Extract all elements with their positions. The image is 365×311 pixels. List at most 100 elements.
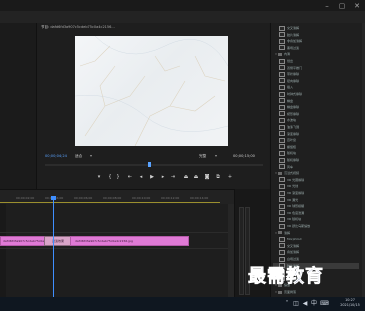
effect-item[interactable]: 黑场过渡 bbox=[273, 45, 359, 51]
quality-dropdown-chevron-icon[interactable]: ▾ bbox=[215, 153, 217, 158]
step-forward-icon[interactable]: ▸ bbox=[159, 174, 167, 180]
taskbar-clock[interactable]: 10:27 2021/10/15 bbox=[338, 298, 362, 308]
left-panel bbox=[0, 23, 37, 189]
effect-item[interactable]: 胶片溶解 bbox=[273, 32, 359, 38]
effect-item[interactable]: 非叠加溶解 bbox=[273, 38, 359, 44]
effect-label: 插入 bbox=[287, 85, 294, 90]
timeline-playhead[interactable] bbox=[53, 197, 54, 297]
fit-dropdown[interactable]: 适合 bbox=[75, 154, 82, 159]
folder-icon bbox=[278, 52, 282, 56]
effect-item[interactable]: VR 默比乌斯缩放 bbox=[273, 223, 359, 229]
transition-icon bbox=[279, 78, 285, 84]
close-button[interactable]: ✕ bbox=[350, 0, 364, 11]
effect-item[interactable]: 油漆飞溅 bbox=[273, 124, 359, 130]
folder-icon bbox=[278, 290, 282, 294]
effect-label: 黑场过渡 bbox=[287, 45, 300, 50]
effect-item[interactable]: 水波块 bbox=[273, 117, 359, 123]
transition-icon bbox=[279, 84, 285, 90]
effect-item[interactable]: 楔形擦除 bbox=[273, 111, 359, 117]
effect-item[interactable]: 随机块 bbox=[273, 150, 359, 156]
volume-icon[interactable]: ◀ bbox=[302, 301, 308, 307]
effect-label: VR 渐变擦除 bbox=[287, 191, 305, 195]
effect-item[interactable]: 螺旋框 bbox=[273, 144, 359, 150]
ruler-tick-label: 00;00;12;00 bbox=[161, 196, 180, 200]
effect-item[interactable]: VR 漏光 bbox=[273, 197, 359, 203]
transition-icon bbox=[279, 249, 285, 255]
effect-item[interactable]: VR 球形模糊 bbox=[273, 203, 359, 209]
clip-video-2[interactable]: dafd6fd3a907c5cdeb75c0a4c2156.jpg bbox=[70, 236, 189, 246]
chevron-up-icon[interactable]: ˄ bbox=[284, 301, 290, 307]
effect-item[interactable]: 百叶窗 bbox=[273, 137, 359, 143]
effect-item[interactable]: 径向擦除 bbox=[273, 78, 359, 84]
transition-icon bbox=[279, 137, 285, 143]
effect-item[interactable]: 划出 bbox=[273, 58, 359, 64]
program-tab-label[interactable]: 节目: bbox=[41, 25, 49, 29]
effect-item[interactable]: VR 渐变擦除 bbox=[273, 190, 359, 196]
effect-label: VR 默比乌斯缩放 bbox=[287, 224, 311, 228]
effect-item[interactable]: 风车 bbox=[273, 164, 359, 170]
step-back-icon[interactable]: ◂ bbox=[137, 174, 145, 180]
effect-item[interactable]: 交叉溶解 bbox=[273, 25, 359, 31]
effect-folder[interactable]: ▾ 沉浸式视频 bbox=[273, 170, 359, 176]
transition-icon bbox=[279, 210, 285, 216]
effect-folder[interactable]: ▾ 页面剥落 bbox=[273, 289, 359, 295]
effect-item[interactable]: VR 光线 bbox=[273, 183, 359, 189]
effect-item[interactable]: 棋盘擦除 bbox=[273, 104, 359, 110]
scrub-playhead[interactable] bbox=[148, 162, 151, 167]
timeline-playhead-head[interactable] bbox=[51, 196, 56, 200]
add-button-icon[interactable]: + bbox=[226, 174, 234, 180]
effect-label: 内滑 bbox=[284, 52, 291, 57]
duration-timecode: 00;00;15;00 bbox=[233, 154, 255, 158]
play-icon[interactable]: ▶ bbox=[148, 174, 156, 180]
transition-icon bbox=[279, 111, 285, 117]
fit-dropdown-chevron-icon[interactable]: ▾ bbox=[90, 153, 92, 158]
transition-icon bbox=[279, 124, 285, 130]
effect-item[interactable]: 随机擦除 bbox=[273, 157, 359, 163]
mark-in-icon[interactable]: { bbox=[106, 174, 114, 180]
program-monitor: 节目: dafd6fd3a907c5cdeb75c0a4c2156... 00;… bbox=[37, 23, 269, 189]
effect-item[interactable]: VR 色度泄漏 bbox=[273, 210, 359, 216]
input-mode-icon[interactable]: ⌨ bbox=[320, 301, 329, 307]
effect-item[interactable]: VR 光圈擦除 bbox=[273, 177, 359, 183]
effect-item[interactable]: 渐变擦除 bbox=[273, 131, 359, 137]
ime-icon[interactable]: 中 bbox=[311, 301, 317, 307]
lift-icon[interactable]: ⏏ bbox=[182, 174, 190, 180]
comparison-view-icon[interactable]: ⧉ bbox=[214, 174, 222, 180]
extract-icon[interactable]: ⏏ bbox=[192, 174, 200, 180]
transition-icon bbox=[279, 131, 285, 137]
mark-out-icon[interactable]: } bbox=[114, 174, 122, 180]
effect-label: VR 光圈擦除 bbox=[287, 177, 305, 182]
minimize-button[interactable]: – bbox=[320, 0, 334, 11]
effect-label: 径向擦除 bbox=[287, 78, 300, 83]
current-timecode[interactable]: 00;00;04;24 bbox=[45, 154, 67, 158]
effect-item[interactable]: MorphCut bbox=[273, 236, 359, 242]
maximize-button[interactable]: ▢ bbox=[335, 0, 349, 11]
effect-item[interactable]: 带状擦除 bbox=[273, 71, 359, 77]
effect-label: 白场过渡 bbox=[287, 257, 300, 261]
transition-icon bbox=[279, 216, 285, 222]
effect-folder[interactable]: ▾ 溶解 bbox=[273, 230, 359, 236]
effect-item[interactable]: VR 随机块 bbox=[273, 216, 359, 222]
title-bar: – ▢ ✕ bbox=[0, 0, 365, 11]
transition-icon bbox=[279, 157, 285, 163]
go-to-in-icon[interactable]: ⇤ bbox=[126, 174, 134, 180]
transition-effect[interactable]: 过渡效果 bbox=[44, 236, 72, 246]
go-to-out-icon[interactable]: ⇥ bbox=[169, 174, 177, 180]
work-area-bar[interactable] bbox=[0, 202, 220, 203]
export-frame-icon[interactable]: ◙ bbox=[203, 174, 211, 180]
effect-folder[interactable]: ▾ 内滑 bbox=[273, 51, 359, 57]
effect-item[interactable]: 时钟式擦除 bbox=[273, 91, 359, 97]
quality-dropdown[interactable]: 完整 bbox=[199, 154, 206, 159]
add-marker-icon[interactable]: ▾ bbox=[95, 174, 103, 180]
effect-item[interactable]: 叠加溶解 bbox=[273, 249, 359, 255]
effect-item[interactable]: 双侧平推门 bbox=[273, 65, 359, 71]
network-icon[interactable]: ◫ bbox=[293, 301, 299, 307]
scrub-bar[interactable] bbox=[45, 162, 263, 167]
sequence-name: dafd6fd3a907c5cdeb75c0a4c2156... bbox=[50, 25, 115, 29]
effect-label: 交叉溶解 bbox=[287, 243, 300, 248]
effect-item[interactable]: 交叉溶解 bbox=[273, 243, 359, 249]
track-header-area bbox=[0, 204, 6, 298]
effect-item[interactable]: 棋盘 bbox=[273, 98, 359, 104]
effect-item[interactable]: 插入 bbox=[273, 84, 359, 90]
transition-icon bbox=[279, 104, 285, 110]
